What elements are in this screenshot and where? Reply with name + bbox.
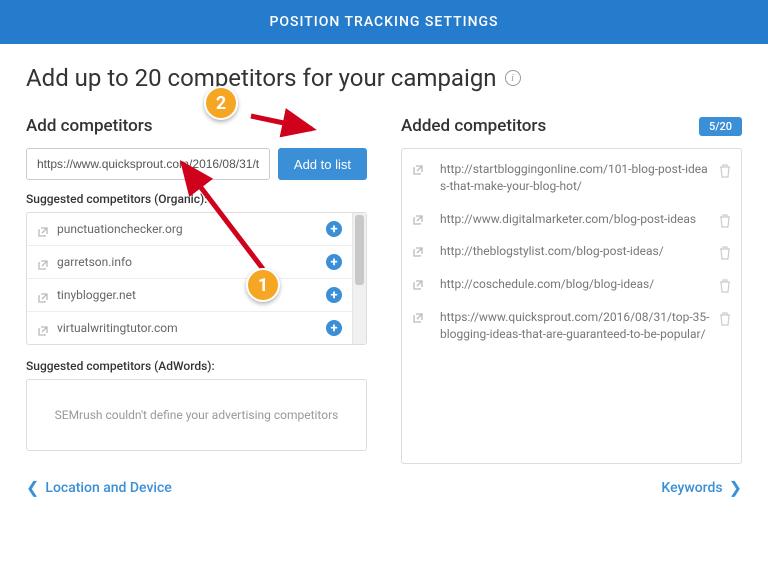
external-link-icon	[37, 322, 49, 334]
suggested-item-label: tinyblogger.net	[57, 288, 326, 302]
suggested-organic-list: punctuationchecker.org + garretson.info …	[26, 212, 367, 345]
added-competitors-heading: Added competitors	[401, 116, 546, 136]
modal-header: POSITION TRACKING SETTINGS	[0, 0, 768, 44]
external-link-icon[interactable]	[412, 211, 424, 223]
page-title: Add up to 20 competitors for your campai…	[26, 64, 742, 92]
add-to-list-button[interactable]: Add to list	[278, 148, 367, 180]
modal-title: POSITION TRACKING SETTINGS	[269, 14, 498, 30]
competitor-count-badge: 5/20	[699, 117, 742, 136]
added-item-url: http://theblogstylist.com/blog-post-idea…	[440, 243, 711, 260]
suggested-item: punctuationchecker.org +	[27, 213, 352, 246]
next-link[interactable]: Keywords ❯	[661, 480, 742, 496]
next-link-label: Keywords	[661, 480, 722, 496]
scrollbar[interactable]	[352, 213, 366, 344]
chevron-left-icon: ❮	[26, 480, 39, 496]
trash-icon[interactable]	[719, 245, 731, 259]
added-item-url: http://startbloggingonline.com/101-blog-…	[440, 161, 711, 195]
trash-icon[interactable]	[719, 278, 731, 292]
external-link-icon[interactable]	[412, 243, 424, 255]
suggested-organic-heading: Suggested competitors (Organic):	[26, 192, 367, 206]
external-link-icon	[37, 289, 49, 301]
back-link-label: Location and Device	[45, 480, 171, 496]
scrollbar-thumb[interactable]	[355, 215, 364, 285]
suggested-item: garretson.info +	[27, 246, 352, 279]
external-link-icon[interactable]	[412, 161, 424, 173]
added-item: http://www.digitalmarketer.com/blog-post…	[402, 203, 741, 236]
trash-icon[interactable]	[719, 311, 731, 325]
added-competitors-list: http://startbloggingonline.com/101-blog-…	[401, 148, 742, 464]
suggested-item: tinyblogger.net +	[27, 279, 352, 312]
suggested-item: virtualwritingtutor.com +	[27, 312, 352, 344]
added-item: https://www.quicksprout.com/2016/08/31/t…	[402, 301, 741, 351]
external-link-icon	[37, 256, 49, 268]
suggested-item-label: virtualwritingtutor.com	[57, 321, 326, 335]
added-item: http://coschedule.com/blog/blog-ideas/	[402, 268, 741, 301]
add-competitors-heading: Add competitors	[26, 116, 367, 136]
add-suggestion-button[interactable]: +	[326, 320, 342, 336]
external-link-icon[interactable]	[412, 309, 424, 321]
added-item-url: http://www.digitalmarketer.com/blog-post…	[440, 211, 711, 228]
added-item: http://theblogstylist.com/blog-post-idea…	[402, 235, 741, 268]
added-item-url: https://www.quicksprout.com/2016/08/31/t…	[440, 309, 711, 343]
trash-icon[interactable]	[719, 163, 731, 177]
back-link[interactable]: ❮ Location and Device	[26, 480, 172, 496]
add-suggestion-button[interactable]: +	[326, 221, 342, 237]
chevron-right-icon: ❯	[729, 480, 742, 496]
suggested-adwords-empty: SEMrush couldn't define your advertising…	[26, 379, 367, 451]
trash-icon[interactable]	[719, 213, 731, 227]
suggested-item-label: garretson.info	[57, 255, 326, 269]
added-item-url: http://coschedule.com/blog/blog-ideas/	[440, 276, 711, 293]
competitor-url-input[interactable]	[26, 148, 270, 180]
suggested-item-label: punctuationchecker.org	[57, 222, 326, 236]
external-link-icon	[37, 223, 49, 235]
external-link-icon[interactable]	[412, 276, 424, 288]
added-item: http://startbloggingonline.com/101-blog-…	[402, 153, 741, 203]
add-suggestion-button[interactable]: +	[326, 287, 342, 303]
suggested-adwords-heading: Suggested competitors (AdWords):	[26, 359, 367, 373]
info-icon[interactable]: i	[505, 70, 521, 86]
add-suggestion-button[interactable]: +	[326, 254, 342, 270]
